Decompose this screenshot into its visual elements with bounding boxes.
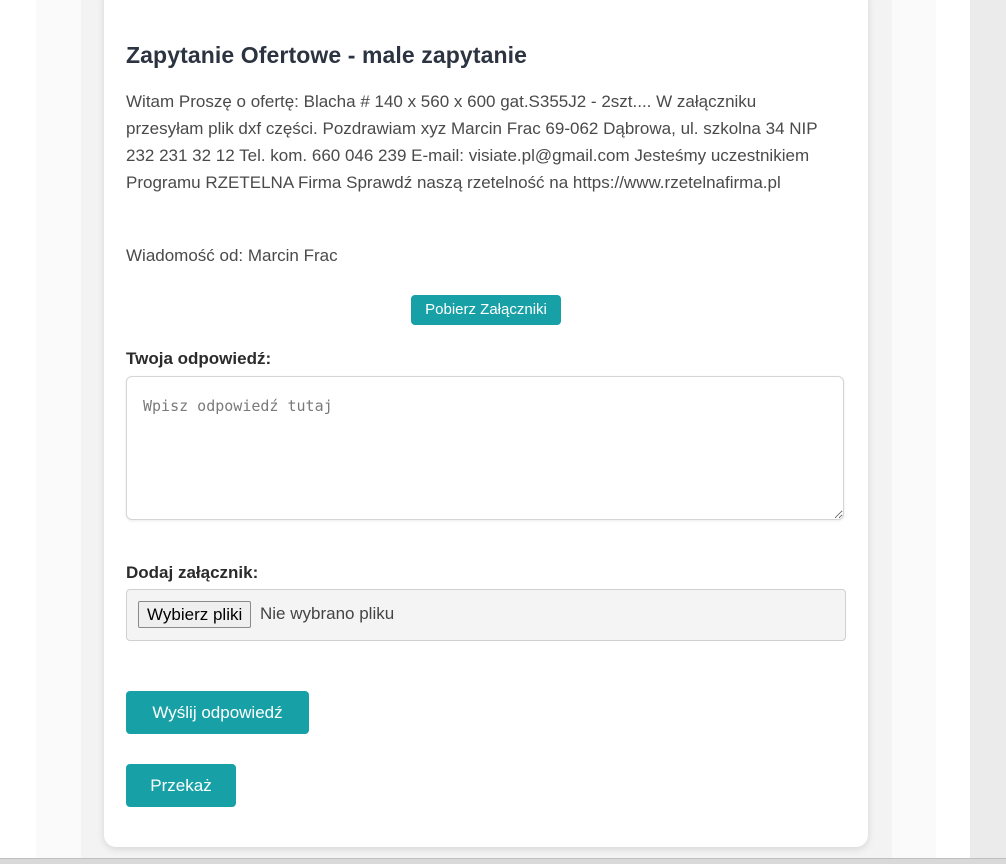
left-margin <box>0 0 37 858</box>
sender-line: Wiadomość od: Marcin Frac <box>126 246 338 265</box>
choose-files-button[interactable]: Wybierz pliki <box>138 601 252 628</box>
page: Zapytanie Ofertowe - male zapytanie Wita… <box>0 0 1006 864</box>
forward-button[interactable]: Przekaż <box>126 764 236 807</box>
reply-label: Twoja odpowiedź: <box>126 349 272 368</box>
file-status: Nie wybrano pliku <box>260 604 395 623</box>
send-reply-button[interactable]: Wyślij odpowiedź <box>126 691 309 734</box>
attachment-label: Dodaj załącznik: <box>126 563 259 582</box>
inquiry-title: Zapytanie Ofertowe - male zapytanie <box>126 42 528 68</box>
scrollbar-track[interactable] <box>970 0 1006 858</box>
download-attachments-button[interactable]: Pobierz Załączniki <box>411 295 561 325</box>
file-input[interactable]: Wybierz pliki Nie wybrano pliku <box>126 589 846 641</box>
bottom-border <box>0 858 1006 864</box>
inquiry-card: Zapytanie Ofertowe - male zapytanie Wita… <box>104 0 868 847</box>
reply-textarea[interactable] <box>126 376 844 520</box>
inquiry-message: Witam Proszę o ofertę: Blacha # 140 x 56… <box>126 92 818 192</box>
right-margin <box>936 0 970 858</box>
